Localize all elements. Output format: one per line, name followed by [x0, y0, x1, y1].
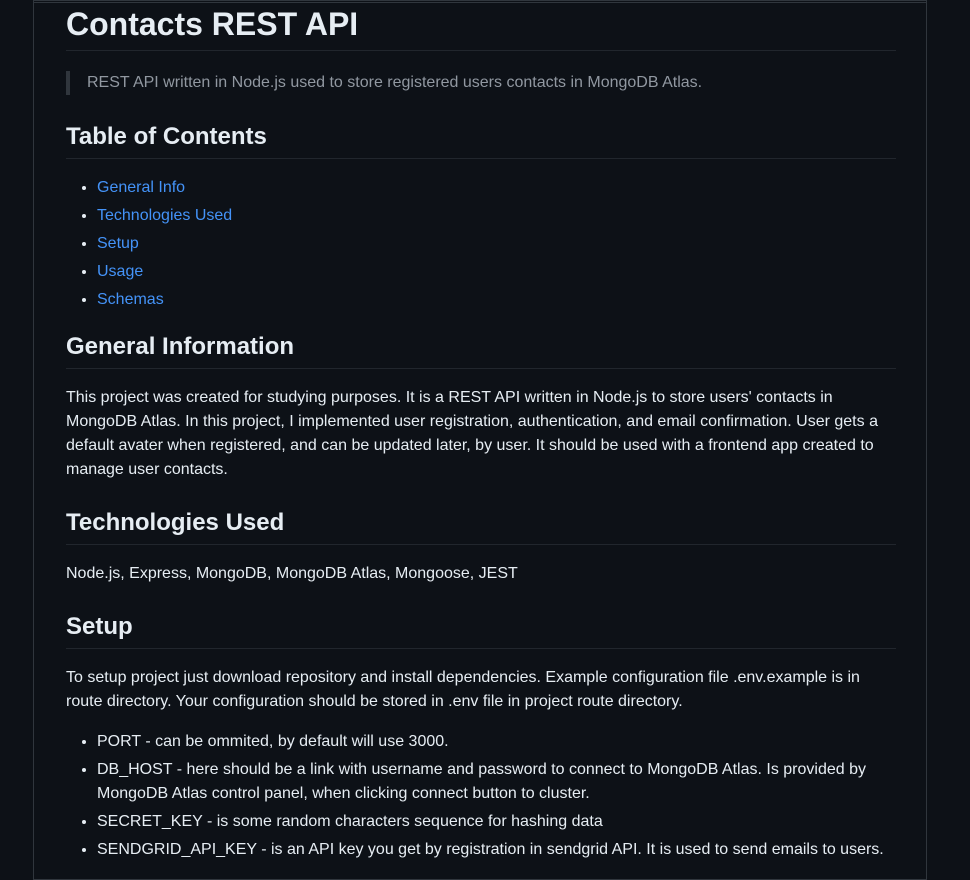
toc-list: General Info Technologies Used Setup Usa… [66, 176, 896, 312]
toc-link-usage[interactable]: Usage [97, 263, 143, 280]
general-heading: General Information [66, 332, 896, 369]
technologies-heading: Technologies Used [66, 508, 896, 545]
technologies-text: Node.js, Express, MongoDB, MongoDB Atlas… [66, 565, 518, 582]
toc-item: Usage [97, 260, 896, 284]
toc-link-general-info[interactable]: General Info [97, 179, 185, 196]
readme-content: Contacts REST API REST API written in No… [66, 0, 896, 866]
toc-item: Setup [97, 232, 896, 256]
setup-item: SECRET_KEY - is some random characters s… [97, 810, 896, 834]
setup-item: DB_HOST - here should be a link with use… [97, 758, 896, 806]
toc-item: General Info [97, 176, 896, 200]
toc-heading: Table of Contents [66, 122, 896, 159]
toc-link-technologies[interactable]: Technologies Used [97, 207, 232, 224]
tagline-quote: REST API written in Node.js used to stor… [66, 71, 896, 95]
toc-link-schemas[interactable]: Schemas [97, 291, 164, 308]
setup-text: To setup project just download repositor… [66, 669, 860, 710]
setup-item: SENDGRID_API_KEY - is an API key you get… [97, 838, 896, 862]
setup-list: PORT - can be ommited, by default will u… [66, 730, 896, 862]
general-text: This project was created for studying pu… [66, 389, 878, 478]
page-title: Contacts REST API [66, 0, 896, 51]
toc-item: Schemas [97, 288, 896, 312]
setup-heading: Setup [66, 612, 896, 649]
toc-item: Technologies Used [97, 204, 896, 228]
toc-link-setup[interactable]: Setup [97, 235, 139, 252]
setup-item: PORT - can be ommited, by default will u… [97, 730, 896, 754]
